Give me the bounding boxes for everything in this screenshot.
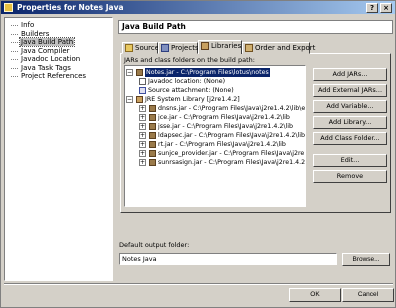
ok-button[interactable]: OK: [289, 288, 341, 302]
close-button[interactable]: ×: [380, 3, 392, 13]
expand-icon[interactable]: +: [139, 114, 146, 121]
property-page: Java Build Path Source Projects Librarie…: [118, 17, 393, 281]
title-bar[interactable]: Properties for Notes Java ? ×: [1, 1, 395, 14]
source-attachment-icon: [139, 87, 146, 94]
tab-source[interactable]: Source: [122, 42, 160, 54]
sidebar-item-label: Java Compiler: [21, 46, 70, 55]
sidebar-item-java-compiler[interactable]: Java Compiler: [5, 47, 112, 56]
expand-icon[interactable]: +: [139, 159, 146, 166]
app-icon: [4, 3, 13, 12]
cancel-button[interactable]: Cancel: [342, 288, 394, 302]
project-icon: [161, 44, 169, 52]
javadoc-icon: [139, 78, 146, 85]
jar-icon: [149, 105, 156, 112]
sidebar-item-label: Project References: [21, 72, 87, 80]
remove-button[interactable]: Remove: [313, 170, 387, 183]
collapse-icon[interactable]: −: [126, 69, 133, 76]
footer-separator: [4, 283, 393, 285]
add-jars-button[interactable]: Add JARs...: [313, 68, 387, 81]
sidebar-item-label: Info: [21, 21, 35, 29]
library-tree[interactable]: − Notes.jar - C:\Program Files\lotus\not…: [124, 65, 306, 207]
tree-node-label: ldapsec.jar - C:\Program Files\Java\j2re…: [158, 132, 306, 139]
tab-libraries[interactable]: Libraries: [198, 40, 242, 54]
expand-icon[interactable]: +: [139, 132, 146, 139]
tab-label: Order and Export: [255, 44, 316, 52]
page-title: Java Build Path: [118, 20, 393, 34]
sidebar-item-project-references[interactable]: Project References: [5, 72, 112, 81]
output-folder-label: Default output folder:: [119, 241, 190, 249]
tree-node-label: Source attachment: (None): [148, 87, 234, 94]
tab-label: Source: [135, 44, 160, 52]
jar-icon: [149, 159, 156, 166]
sidebar-item-label: Builders: [21, 29, 50, 38]
jar-icon: [149, 114, 156, 121]
expand-icon[interactable]: +: [139, 141, 146, 148]
collapse-icon[interactable]: −: [126, 96, 133, 103]
build-path-caption: JARs and class folders on the build path…: [124, 56, 255, 64]
tab-projects[interactable]: Projects: [158, 42, 199, 54]
tree-node-label: sunrsasign.jar - C:\Program Files\Java\j…: [158, 159, 306, 166]
tree-node-label: JRE System Library [j2re1.4.2]: [145, 96, 240, 103]
jar-icon: [136, 69, 143, 76]
jar-icon: [149, 123, 156, 130]
tab-label: Libraries: [211, 42, 242, 50]
tree-node-label: sunjce_provider.jar - C:\Program Files\J…: [158, 150, 306, 157]
tab-label: Projects: [171, 44, 199, 52]
window-title: Properties for Notes Java: [17, 3, 124, 12]
edit-button[interactable]: Edit...: [313, 154, 387, 167]
add-class-folder-button[interactable]: Add Class Folder...: [313, 132, 387, 145]
tree-node-label: dnsns.jar - C:\Program Files\Java\j2re1.…: [158, 105, 306, 112]
tree-node-label: jce.jar - C:\Program Files\Java\j2re1.4.…: [158, 114, 290, 121]
jar-icon: [149, 150, 156, 157]
browse-button[interactable]: Browse...: [342, 253, 390, 266]
folder-icon: [125, 44, 133, 52]
expand-icon[interactable]: +: [139, 105, 146, 112]
add-external-jars-button[interactable]: Add External JARs...: [313, 84, 387, 97]
sidebar-item-java-task-tags[interactable]: Java Task Tags: [5, 64, 112, 73]
tab-order-and-export[interactable]: Order and Export: [242, 42, 315, 54]
tree-node-label: Notes.jar - C:\Program Files\lotus\notes: [145, 68, 270, 77]
tree-node-label: Javadoc location: (None): [148, 78, 226, 85]
help-button[interactable]: ?: [366, 3, 378, 13]
jar-icon: [149, 132, 156, 139]
order-icon: [245, 44, 253, 52]
properties-dialog: Properties for Notes Java ? × Info Build…: [0, 0, 396, 308]
add-variable-button[interactable]: Add Variable...: [313, 100, 387, 113]
sidebar-item-javadoc-location[interactable]: Javadoc Location: [5, 55, 112, 64]
library-icon: [136, 96, 143, 103]
tree-node-label: rt.jar - C:\Program Files\Java\j2re1.4.2…: [158, 141, 286, 148]
add-library-button[interactable]: Add Library...: [313, 116, 387, 129]
sidebar-item-info[interactable]: Info: [5, 21, 112, 30]
tree-node-label: jsse.jar - C:\Program Files\Java\j2re1.4…: [158, 123, 293, 130]
sidebar-item-java-build-path[interactable]: Java Build Path: [5, 37, 112, 47]
sidebar-item-label: Java Build Path: [18, 37, 76, 47]
jar-icon: [149, 141, 156, 148]
expand-icon[interactable]: +: [139, 150, 146, 157]
sidebar-item-builders[interactable]: Builders: [5, 30, 112, 39]
sidebar-item-label: Javadoc Location: [21, 55, 81, 63]
library-icon: [201, 42, 209, 50]
output-folder-field[interactable]: Notes Java: [119, 253, 337, 265]
expand-icon[interactable]: +: [139, 123, 146, 130]
property-page-list: Info Builders Java Build Path Java Compi…: [4, 17, 113, 281]
sidebar-item-label: Java Task Tags: [21, 63, 71, 72]
